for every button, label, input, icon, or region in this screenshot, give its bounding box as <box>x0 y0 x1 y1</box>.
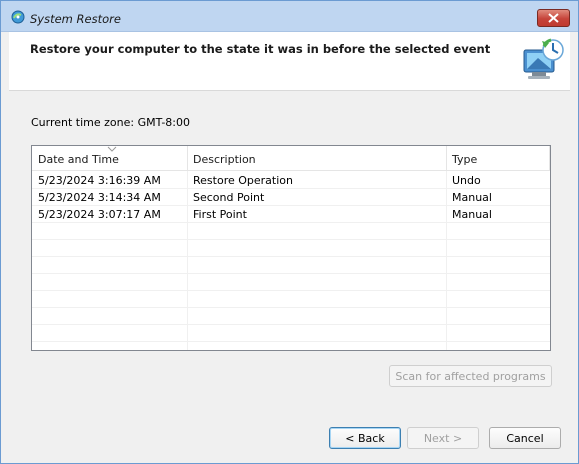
content-area: Current time zone: GMT-8:00 Date and Tim… <box>9 92 570 456</box>
empty-row <box>32 308 550 325</box>
empty-row <box>32 274 550 291</box>
sort-ascending-icon <box>107 146 117 152</box>
next-button[interactable]: Next > <box>407 427 479 449</box>
row-description: Second Point <box>193 191 265 204</box>
title-bar[interactable]: System Restore <box>1 1 578 32</box>
close-button[interactable] <box>537 9 570 27</box>
empty-row <box>32 325 550 342</box>
empty-row <box>32 240 550 257</box>
row-type: Undo <box>452 174 481 187</box>
timezone-label: Current time zone: GMT-8:00 <box>31 116 191 129</box>
empty-row <box>32 257 550 274</box>
row-description: Restore Operation <box>193 174 293 187</box>
column-header-description[interactable]: Description <box>187 146 447 171</box>
back-button[interactable]: < Back <box>329 427 401 449</box>
header-panel: Restore your computer to the state it wa… <box>9 32 570 91</box>
row-date-time: 5/23/2024 3:07:17 AM <box>38 208 161 221</box>
column-header-row: Date and Time Description Type <box>32 146 550 171</box>
column-header-type[interactable]: Type <box>446 146 550 171</box>
row-type: Manual <box>452 191 492 204</box>
scan-affected-programs-button[interactable]: Scan for affected programs <box>389 365 552 387</box>
column-header-date-time[interactable]: Date and Time <box>32 146 188 171</box>
page-title: Restore your computer to the state it wa… <box>30 42 491 56</box>
column-header-label: Type <box>452 153 478 166</box>
empty-row <box>32 291 550 308</box>
table-row[interactable]: 5/23/2024 3:14:34 AM Second Point Manual <box>32 189 550 206</box>
column-header-label: Description <box>193 153 256 166</box>
row-description: First Point <box>193 208 247 221</box>
system-restore-window: System Restore Restore your computer to … <box>0 0 579 464</box>
system-restore-icon <box>11 10 25 24</box>
restore-points-list[interactable]: Date and Time Description Type 5/23/2024… <box>31 145 551 351</box>
window-title: System Restore <box>30 12 121 26</box>
close-icon <box>548 13 559 23</box>
empty-row <box>32 223 550 240</box>
column-header-label: Date and Time <box>38 153 119 166</box>
system-restore-large-icon <box>523 38 564 79</box>
table-row[interactable]: 5/23/2024 3:16:39 AM Restore Operation U… <box>32 172 550 189</box>
table-row[interactable]: 5/23/2024 3:07:17 AM First Point Manual <box>32 206 550 223</box>
cancel-button[interactable]: Cancel <box>489 427 561 449</box>
row-date-time: 5/23/2024 3:16:39 AM <box>38 174 161 187</box>
row-date-time: 5/23/2024 3:14:34 AM <box>38 191 161 204</box>
row-type: Manual <box>452 208 492 221</box>
